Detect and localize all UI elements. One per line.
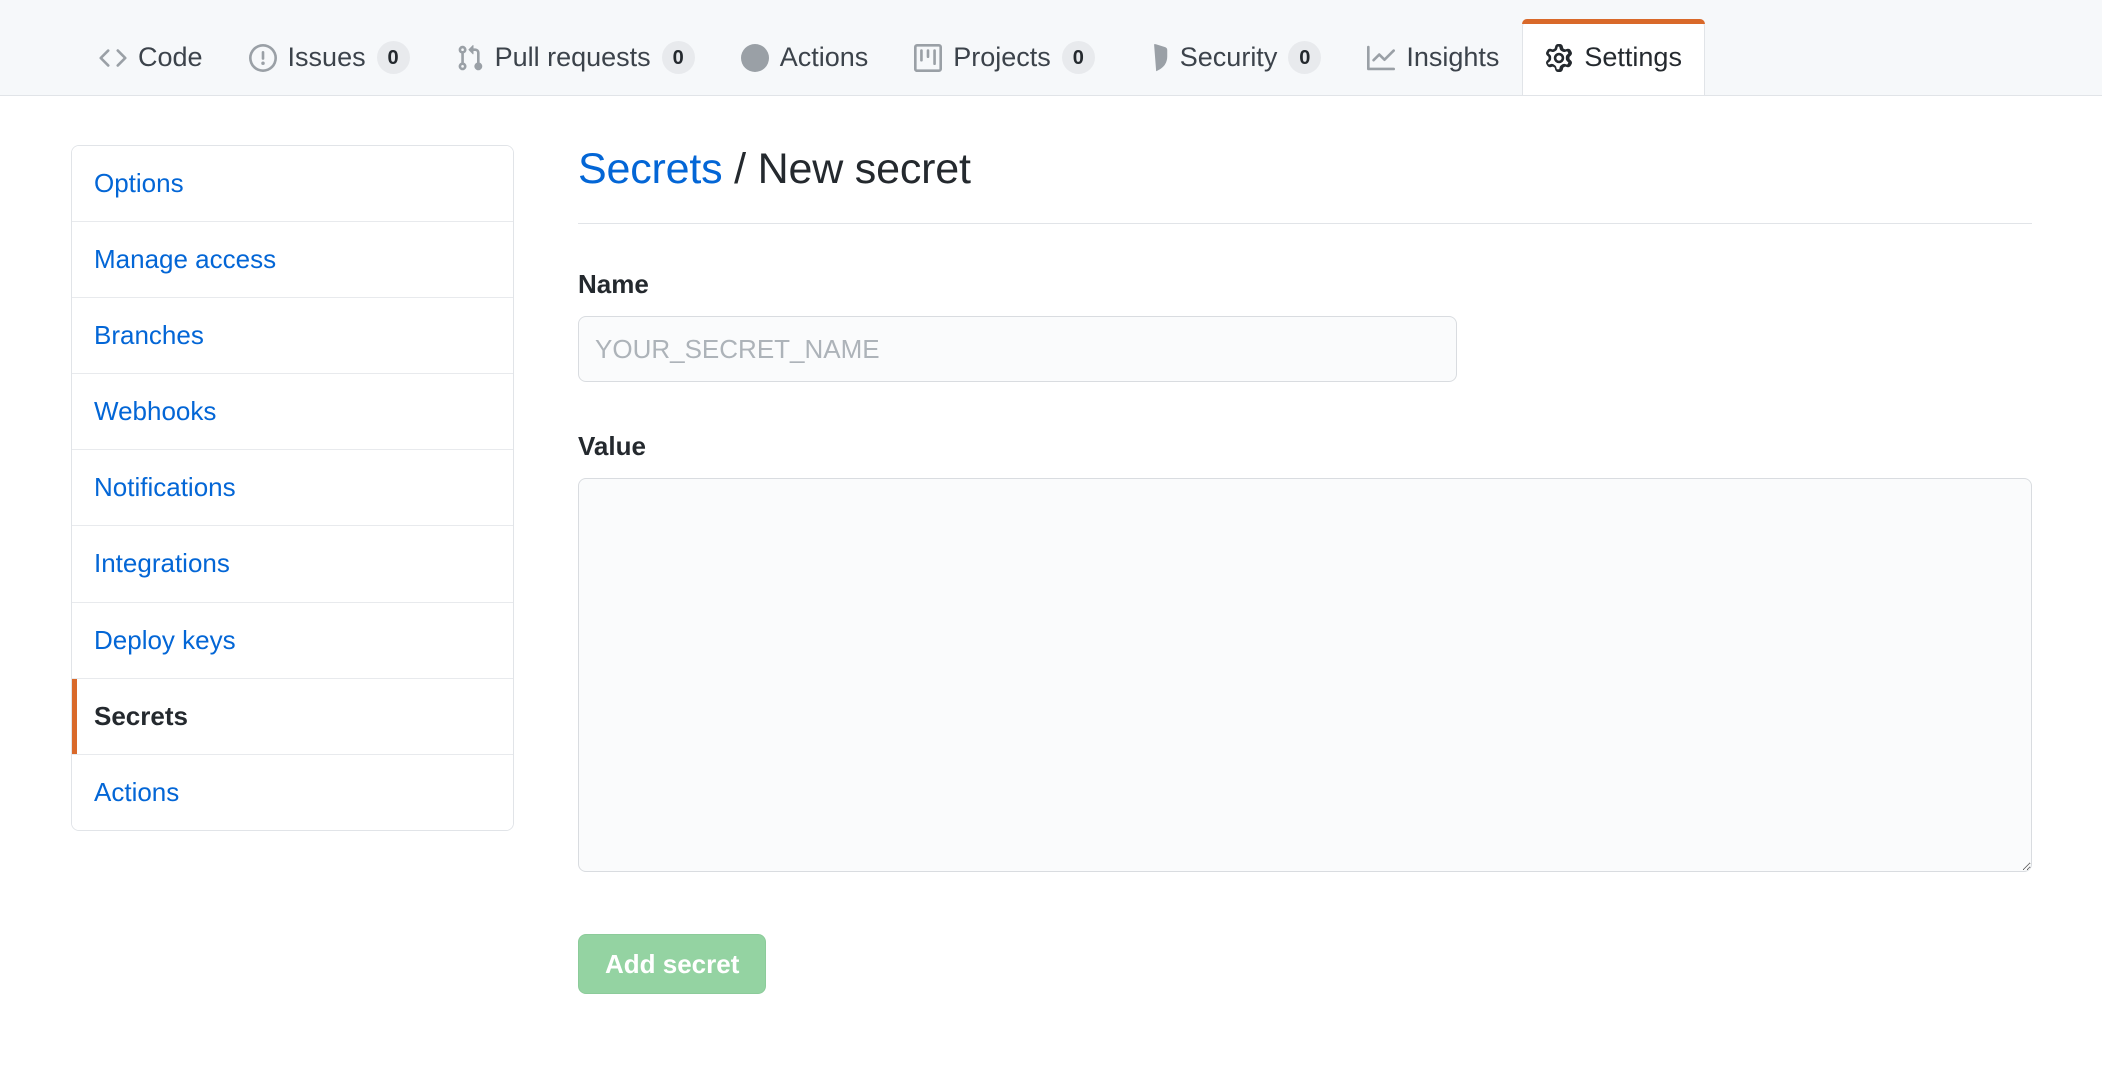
- tab-issues[interactable]: Issues 0: [226, 19, 433, 95]
- gear-icon: [1545, 43, 1573, 72]
- sidebar-item-options[interactable]: Options: [72, 146, 513, 223]
- play-icon: [740, 43, 769, 72]
- tab-actions-label: Actions: [779, 42, 869, 72]
- secret-value-textarea[interactable]: [578, 478, 2032, 873]
- breadcrumb-separator: /: [734, 145, 746, 193]
- issue-icon: [248, 43, 277, 72]
- tab-insights[interactable]: Insights: [1344, 19, 1522, 95]
- shield-icon: [1141, 43, 1169, 72]
- main-content: Secrets / New secret Name Value Add secr…: [514, 145, 2102, 995]
- sidebar-item-integrations[interactable]: Integrations: [72, 526, 513, 603]
- submit-row: Add secret: [578, 934, 2032, 995]
- tab-issues-label: Issues: [287, 42, 366, 72]
- tab-pull-requests-count: 0: [661, 41, 695, 74]
- sidebar-item-deploy-keys[interactable]: Deploy keys: [72, 602, 513, 679]
- tab-projects[interactable]: Projects 0: [891, 19, 1118, 95]
- sidebar-item-actions[interactable]: Actions: [72, 754, 513, 830]
- tab-security[interactable]: Security 0: [1118, 19, 1345, 95]
- breadcrumb-secrets-link[interactable]: Secrets: [578, 145, 723, 193]
- tab-settings-label: Settings: [1584, 42, 1682, 72]
- git-pull-request-icon: [456, 44, 484, 72]
- tab-code[interactable]: Code: [76, 19, 226, 95]
- tab-actions[interactable]: Actions: [718, 19, 892, 95]
- tab-issues-count: 0: [376, 41, 410, 74]
- sidebar-item-notifications[interactable]: Notifications: [72, 450, 513, 527]
- project-icon: [914, 43, 943, 72]
- page-title: Secrets / New secret: [578, 145, 2032, 225]
- graph-icon: [1367, 44, 1396, 72]
- name-field-block: Name: [578, 268, 2032, 383]
- tab-projects-label: Projects: [953, 42, 1051, 72]
- page-body: Options Manage access Branches Webhooks …: [0, 96, 2102, 995]
- repo-navigation-bar: Code Issues 0 Pull requests 0 Actions Pr…: [0, 0, 2102, 96]
- tab-security-label: Security: [1179, 42, 1278, 72]
- code-icon: [99, 44, 127, 72]
- tab-security-count: 0: [1288, 41, 1322, 74]
- name-field-label: Name: [578, 269, 649, 300]
- tab-insights-label: Insights: [1406, 42, 1500, 72]
- value-field-block: Value: [578, 430, 2032, 873]
- sidebar-item-manage-access[interactable]: Manage access: [72, 222, 513, 299]
- settings-sidebar: Options Manage access Branches Webhooks …: [71, 145, 514, 831]
- repo-tabs: Code Issues 0 Pull requests 0 Actions Pr…: [76, 0, 1705, 95]
- sidebar-item-secrets[interactable]: Secrets: [72, 678, 513, 755]
- add-secret-button[interactable]: Add secret: [578, 934, 767, 995]
- tab-projects-count: 0: [1061, 41, 1095, 74]
- secret-name-input[interactable]: [578, 316, 1457, 383]
- sidebar-item-webhooks[interactable]: Webhooks: [72, 374, 513, 451]
- tab-pull-requests-label: Pull requests: [494, 42, 651, 72]
- sidebar-item-branches[interactable]: Branches: [72, 298, 513, 375]
- tab-pull-requests[interactable]: Pull requests 0: [433, 19, 718, 95]
- tab-code-label: Code: [138, 42, 203, 72]
- tab-settings[interactable]: Settings: [1522, 19, 1705, 95]
- value-field-label: Value: [578, 431, 646, 462]
- breadcrumb-current: New secret: [757, 145, 971, 193]
